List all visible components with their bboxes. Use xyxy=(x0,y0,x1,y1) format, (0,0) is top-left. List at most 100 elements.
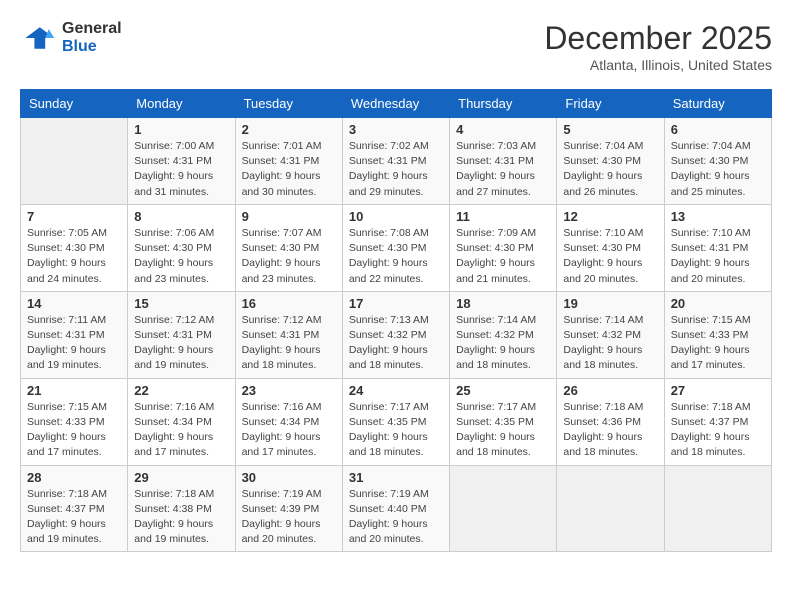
day-number: 6 xyxy=(671,122,765,137)
calendar-cell: 24Sunrise: 7:17 AMSunset: 4:35 PMDayligh… xyxy=(342,378,449,465)
day-info: Sunrise: 7:19 AMSunset: 4:39 PMDaylight:… xyxy=(242,487,336,548)
day-number: 7 xyxy=(27,209,121,224)
day-number: 13 xyxy=(671,209,765,224)
calendar-week-2: 7 Sunrise: 7:05 AMSunset: 4:30 PMDaylight… xyxy=(21,204,772,291)
calendar-cell: 17 Sunrise: 7:13 AMSunset: 4:32 PMDayligh… xyxy=(342,291,449,378)
weekday-header-monday: Monday xyxy=(128,90,235,118)
day-number: 24 xyxy=(349,383,443,398)
calendar-cell xyxy=(557,465,664,552)
calendar-cell: 14Sunrise: 7:11 AMSunset: 4:31 PMDayligh… xyxy=(21,291,128,378)
day-info: Sunrise: 7:14 AMSunset: 4:32 PMDaylight:… xyxy=(563,313,657,374)
day-number: 15 xyxy=(134,296,228,311)
day-number: 1 xyxy=(134,122,228,137)
calendar-cell: 19 Sunrise: 7:14 AMSunset: 4:32 PMDayligh… xyxy=(557,291,664,378)
day-info: Sunrise: 7:13 AMSunset: 4:32 PMDaylight:… xyxy=(349,313,443,374)
calendar-cell: 8 Sunrise: 7:06 AMSunset: 4:30 PMDaylight… xyxy=(128,204,235,291)
day-number: 3 xyxy=(349,122,443,137)
day-number: 21 xyxy=(27,383,121,398)
calendar-cell: 11Sunrise: 7:09 AMSunset: 4:30 PMDayligh… xyxy=(450,204,557,291)
day-number: 25 xyxy=(456,383,550,398)
day-info: Sunrise: 7:18 AMSunset: 4:37 PMDaylight:… xyxy=(27,487,121,548)
day-number: 2 xyxy=(242,122,336,137)
day-info: Sunrise: 7:06 AMSunset: 4:30 PMDaylight:… xyxy=(134,226,228,287)
day-info: Sunrise: 7:16 AMSunset: 4:34 PMDaylight:… xyxy=(242,400,336,461)
day-number: 16 xyxy=(242,296,336,311)
weekday-header-thursday: Thursday xyxy=(450,90,557,118)
title-area: December 2025 Atlanta, Illinois, United … xyxy=(544,20,772,73)
page-header: General Blue December 2025 Atlanta, Illi… xyxy=(20,20,772,73)
calendar-cell: 29Sunrise: 7:18 AMSunset: 4:38 PMDayligh… xyxy=(128,465,235,552)
calendar-cell: 5Sunrise: 7:04 AMSunset: 4:30 PMDaylight… xyxy=(557,118,664,205)
calendar-cell: 13 Sunrise: 7:10 AMSunset: 4:31 PMDayligh… xyxy=(664,204,771,291)
weekday-header-wednesday: Wednesday xyxy=(342,90,449,118)
logo: General Blue xyxy=(20,20,122,56)
weekday-header-tuesday: Tuesday xyxy=(235,90,342,118)
logo-icon xyxy=(20,20,56,56)
day-info: Sunrise: 7:02 AMSunset: 4:31 PMDaylight:… xyxy=(349,139,443,200)
day-info: Sunrise: 7:16 AMSunset: 4:34 PMDaylight:… xyxy=(134,400,228,461)
calendar-week-3: 14Sunrise: 7:11 AMSunset: 4:31 PMDayligh… xyxy=(21,291,772,378)
calendar-table: SundayMondayTuesdayWednesdayThursdayFrid… xyxy=(20,89,772,552)
calendar-cell: 30 Sunrise: 7:19 AMSunset: 4:39 PMDayligh… xyxy=(235,465,342,552)
day-number: 10 xyxy=(349,209,443,224)
calendar-cell: 18 Sunrise: 7:14 AMSunset: 4:32 PMDayligh… xyxy=(450,291,557,378)
calendar-cell: 7 Sunrise: 7:05 AMSunset: 4:30 PMDaylight… xyxy=(21,204,128,291)
calendar-cell: 16Sunrise: 7:12 AMSunset: 4:31 PMDayligh… xyxy=(235,291,342,378)
calendar-cell: 21 Sunrise: 7:15 AMSunset: 4:33 PMDayligh… xyxy=(21,378,128,465)
calendar-cell: 28 Sunrise: 7:18 AMSunset: 4:37 PMDayligh… xyxy=(21,465,128,552)
day-info: Sunrise: 7:01 AMSunset: 4:31 PMDaylight:… xyxy=(242,139,336,200)
calendar-header: SundayMondayTuesdayWednesdayThursdayFrid… xyxy=(21,90,772,118)
day-info: Sunrise: 7:10 AMSunset: 4:30 PMDaylight:… xyxy=(563,226,657,287)
day-number: 11 xyxy=(456,209,550,224)
day-info: Sunrise: 7:04 AMSunset: 4:30 PMDaylight:… xyxy=(563,139,657,200)
calendar-week-5: 28 Sunrise: 7:18 AMSunset: 4:37 PMDayligh… xyxy=(21,465,772,552)
calendar-cell: 25 Sunrise: 7:17 AMSunset: 4:35 PMDayligh… xyxy=(450,378,557,465)
calendar-cell: 23 Sunrise: 7:16 AMSunset: 4:34 PMDayligh… xyxy=(235,378,342,465)
day-number: 26 xyxy=(563,383,657,398)
day-number: 23 xyxy=(242,383,336,398)
day-info: Sunrise: 7:18 AMSunset: 4:36 PMDaylight:… xyxy=(563,400,657,461)
calendar-cell: 9Sunrise: 7:07 AMSunset: 4:30 PMDaylight… xyxy=(235,204,342,291)
calendar-cell: 3 Sunrise: 7:02 AMSunset: 4:31 PMDaylight… xyxy=(342,118,449,205)
logo-blue-text: Blue xyxy=(62,38,122,56)
day-number: 17 xyxy=(349,296,443,311)
day-number: 29 xyxy=(134,470,228,485)
day-number: 18 xyxy=(456,296,550,311)
month-title: December 2025 xyxy=(544,20,772,57)
day-number: 19 xyxy=(563,296,657,311)
day-number: 28 xyxy=(27,470,121,485)
day-info: Sunrise: 7:03 AMSunset: 4:31 PMDaylight:… xyxy=(456,139,550,200)
calendar-week-1: 1 Sunrise: 7:00 AMSunset: 4:31 PMDaylight… xyxy=(21,118,772,205)
weekday-header-sunday: Sunday xyxy=(21,90,128,118)
day-info: Sunrise: 7:12 AMSunset: 4:31 PMDaylight:… xyxy=(134,313,228,374)
day-number: 20 xyxy=(671,296,765,311)
calendar-cell: 26 Sunrise: 7:18 AMSunset: 4:36 PMDayligh… xyxy=(557,378,664,465)
day-info: Sunrise: 7:15 AMSunset: 4:33 PMDaylight:… xyxy=(27,400,121,461)
day-info: Sunrise: 7:18 AMSunset: 4:37 PMDaylight:… xyxy=(671,400,765,461)
logo-text: General Blue xyxy=(62,20,122,55)
day-info: Sunrise: 7:14 AMSunset: 4:32 PMDaylight:… xyxy=(456,313,550,374)
day-info: Sunrise: 7:04 AMSunset: 4:30 PMDaylight:… xyxy=(671,139,765,200)
calendar-cell: 15 Sunrise: 7:12 AMSunset: 4:31 PMDayligh… xyxy=(128,291,235,378)
calendar-cell: 10Sunrise: 7:08 AMSunset: 4:30 PMDayligh… xyxy=(342,204,449,291)
calendar-cell: 2 Sunrise: 7:01 AMSunset: 4:31 PMDaylight… xyxy=(235,118,342,205)
day-info: Sunrise: 7:05 AMSunset: 4:30 PMDaylight:… xyxy=(27,226,121,287)
calendar-cell xyxy=(21,118,128,205)
calendar-cell: 1 Sunrise: 7:00 AMSunset: 4:31 PMDaylight… xyxy=(128,118,235,205)
day-info: Sunrise: 7:00 AMSunset: 4:31 PMDaylight:… xyxy=(134,139,228,200)
logo-general-text: General xyxy=(62,20,122,38)
day-info: Sunrise: 7:19 AMSunset: 4:40 PMDaylight:… xyxy=(349,487,443,548)
day-info: Sunrise: 7:10 AMSunset: 4:31 PMDaylight:… xyxy=(671,226,765,287)
calendar-cell xyxy=(664,465,771,552)
day-info: Sunrise: 7:07 AMSunset: 4:30 PMDaylight:… xyxy=(242,226,336,287)
day-info: Sunrise: 7:11 AMSunset: 4:31 PMDaylight:… xyxy=(27,313,121,374)
location-title: Atlanta, Illinois, United States xyxy=(544,57,772,73)
day-info: Sunrise: 7:17 AMSunset: 4:35 PMDaylight:… xyxy=(456,400,550,461)
day-number: 30 xyxy=(242,470,336,485)
weekday-header-friday: Friday xyxy=(557,90,664,118)
day-number: 31 xyxy=(349,470,443,485)
day-info: Sunrise: 7:15 AMSunset: 4:33 PMDaylight:… xyxy=(671,313,765,374)
calendar-cell: 4Sunrise: 7:03 AMSunset: 4:31 PMDaylight… xyxy=(450,118,557,205)
day-number: 8 xyxy=(134,209,228,224)
weekday-header-saturday: Saturday xyxy=(664,90,771,118)
